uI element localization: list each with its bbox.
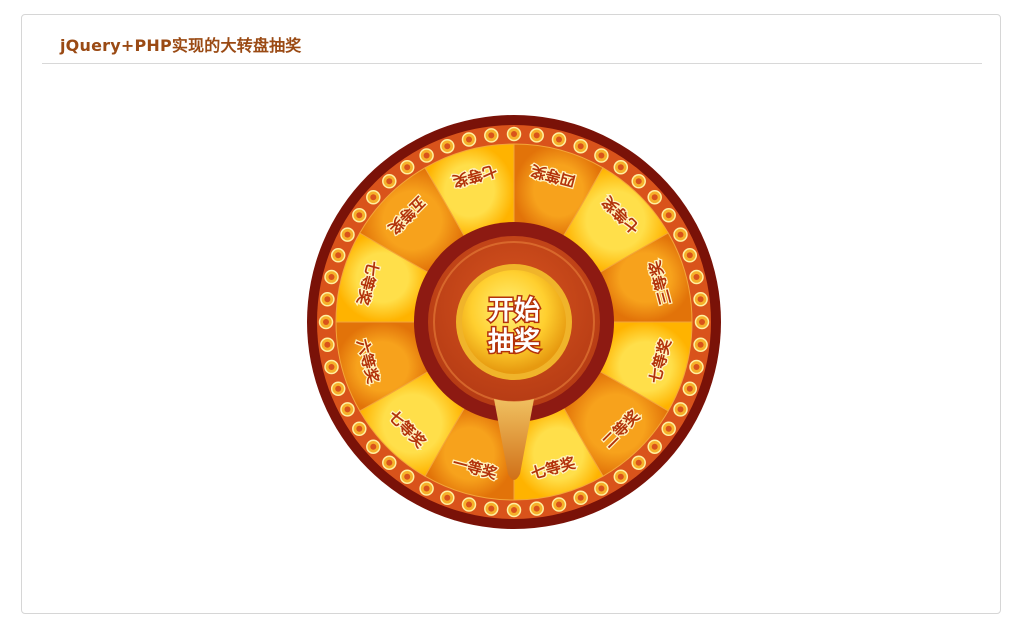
rim-bead-center	[556, 501, 562, 508]
rim-bead-center	[533, 505, 540, 512]
rim-bead-center	[324, 341, 331, 348]
rim-bead-center	[423, 152, 430, 159]
rim-bead-center	[617, 473, 624, 480]
rim-bead-center	[598, 152, 605, 159]
rim-bead-center	[697, 296, 704, 303]
rim-bead-center	[677, 231, 684, 238]
rim-bead-center	[686, 385, 693, 392]
rim-bead-center	[533, 132, 540, 139]
rim-bead-center	[328, 274, 335, 280]
rim-bead-center	[404, 473, 411, 480]
rim-bead-center	[511, 131, 517, 137]
lottery-panel: jQuery+PHP实现的大转盘抽奖 四等奖 七等奖 三等奖 七等奖 二等奖 七…	[21, 14, 1001, 614]
rim-bead-center	[466, 501, 472, 508]
page-title: jQuery+PHP实现的大转盘抽奖	[60, 36, 302, 55]
rim-bead-center	[466, 136, 472, 143]
start-draw-button[interactable]: 开始 抽奖	[456, 264, 572, 380]
rim-bead-center	[635, 178, 642, 185]
rim-bead-center	[617, 164, 624, 171]
rim-bead-center	[344, 231, 351, 238]
rim-bead-center	[386, 459, 393, 466]
rim-bead-center	[444, 143, 451, 150]
rim-bead-center	[651, 194, 658, 201]
rim-bead-center	[598, 485, 605, 492]
rim-bead-center	[386, 178, 393, 185]
start-button-line2: 抽奖	[488, 326, 541, 357]
rim-bead-center	[665, 212, 672, 219]
rim-bead-center	[423, 485, 430, 492]
rim-bead-center	[370, 443, 377, 450]
start-button-line1: 开始	[488, 296, 540, 326]
rim-bead-center	[697, 341, 704, 348]
rim-bead-center	[328, 364, 335, 370]
rim-bead-center	[370, 194, 377, 201]
rim-bead-center	[444, 494, 451, 501]
rim-bead-center	[335, 252, 342, 259]
rim-bead-center	[488, 132, 495, 139]
rim-bead-center	[577, 494, 584, 501]
rim-bead-center	[665, 425, 672, 432]
rim-bead-center	[651, 443, 658, 450]
rim-bead-center	[511, 507, 517, 513]
prize-wheel: 四等奖 七等奖 三等奖 七等奖 二等奖 七等奖 一等奖 七等奖 六等奖 七等奖 五等奖 七等奖 开始 …	[306, 114, 722, 530]
rim-bead-center	[693, 364, 700, 370]
rim-bead-center	[693, 274, 700, 280]
rim-bead-center	[556, 136, 562, 143]
rim-bead-center	[488, 505, 495, 512]
rim-bead-center	[323, 319, 329, 325]
rim-bead-center	[699, 319, 705, 325]
rim-bead-center	[686, 252, 693, 259]
rim-bead-center	[356, 212, 363, 219]
rim-bead-center	[344, 406, 351, 413]
rim-bead-center	[356, 425, 363, 432]
rim-bead-center	[577, 143, 584, 150]
rim-bead-center	[404, 164, 411, 171]
wheel-graphic: 四等奖七等奖三等奖七等奖二等奖七等奖一等奖七等奖六等奖七等奖五等奖七等奖 开始 …	[307, 115, 721, 529]
rim-bead-center	[677, 406, 684, 413]
rim-bead-center	[635, 459, 642, 466]
rim-bead-center	[324, 296, 331, 303]
rim-bead-center	[335, 385, 342, 392]
panel-header: jQuery+PHP实现的大转盘抽奖	[42, 15, 982, 64]
